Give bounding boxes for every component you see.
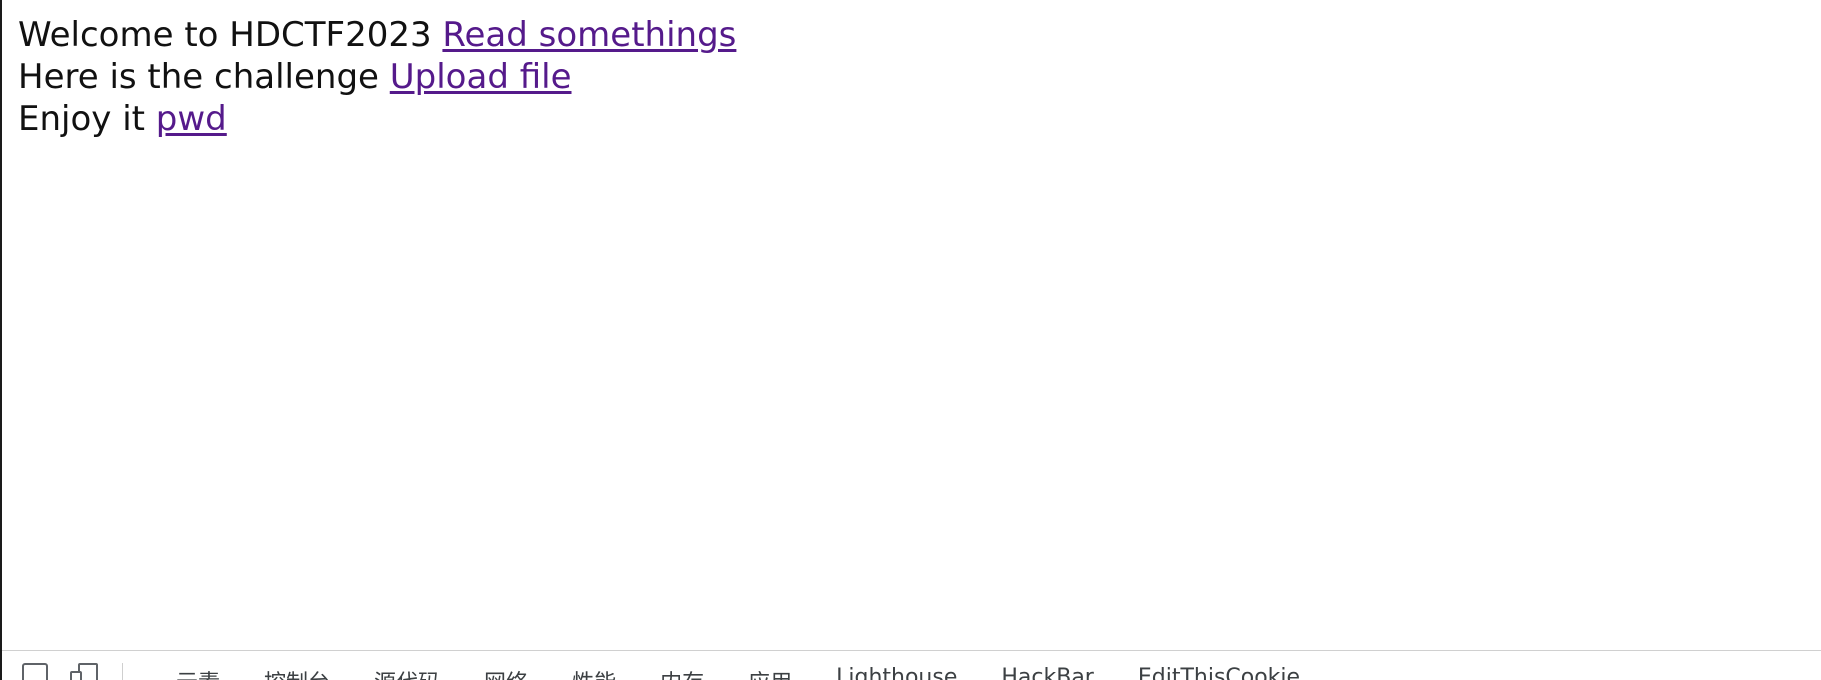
devtools-panel: 元素 控制台 源代码 网络 性能 内存 应用 Lighthouse HackBa… [2,650,1821,680]
page-content: Welcome to HDCTF2023 Read somethings Her… [18,14,736,140]
pwd-link[interactable]: pwd [156,99,227,139]
enjoy-line: Enjoy it pwd [18,98,736,140]
tab-elements[interactable]: 元素 [176,665,220,680]
tab-editthiscookie[interactable]: EditThisCookie [1138,665,1300,680]
toolbar-separator [122,663,123,680]
window-left-border [0,0,2,680]
tab-performance[interactable]: 性能 [572,665,616,680]
device-toolbar-icon[interactable] [70,663,98,680]
tab-network[interactable]: 网络 [484,665,528,680]
challenge-text: Here is the challenge [18,57,390,97]
tab-memory[interactable]: 内存 [660,665,704,680]
tab-hackbar[interactable]: HackBar [1001,665,1093,680]
challenge-line: Here is the challenge Upload file [18,56,736,98]
read-somethings-link[interactable]: Read somethings [442,15,736,55]
welcome-text: Welcome to HDCTF2023 [18,15,443,55]
inspect-element-icon[interactable] [22,663,50,680]
devtools-tabs: 元素 控制台 源代码 网络 性能 内存 应用 Lighthouse HackBa… [176,665,1344,680]
tab-console[interactable]: 控制台 [264,665,330,680]
devtools-toolbar-icons [22,663,143,680]
tab-sources[interactable]: 源代码 [374,665,440,680]
tab-lighthouse[interactable]: Lighthouse [836,665,957,680]
welcome-line: Welcome to HDCTF2023 Read somethings [18,14,736,56]
enjoy-text: Enjoy it [18,99,156,139]
tab-application[interactable]: 应用 [748,665,792,680]
upload-file-link[interactable]: Upload file [390,57,572,97]
